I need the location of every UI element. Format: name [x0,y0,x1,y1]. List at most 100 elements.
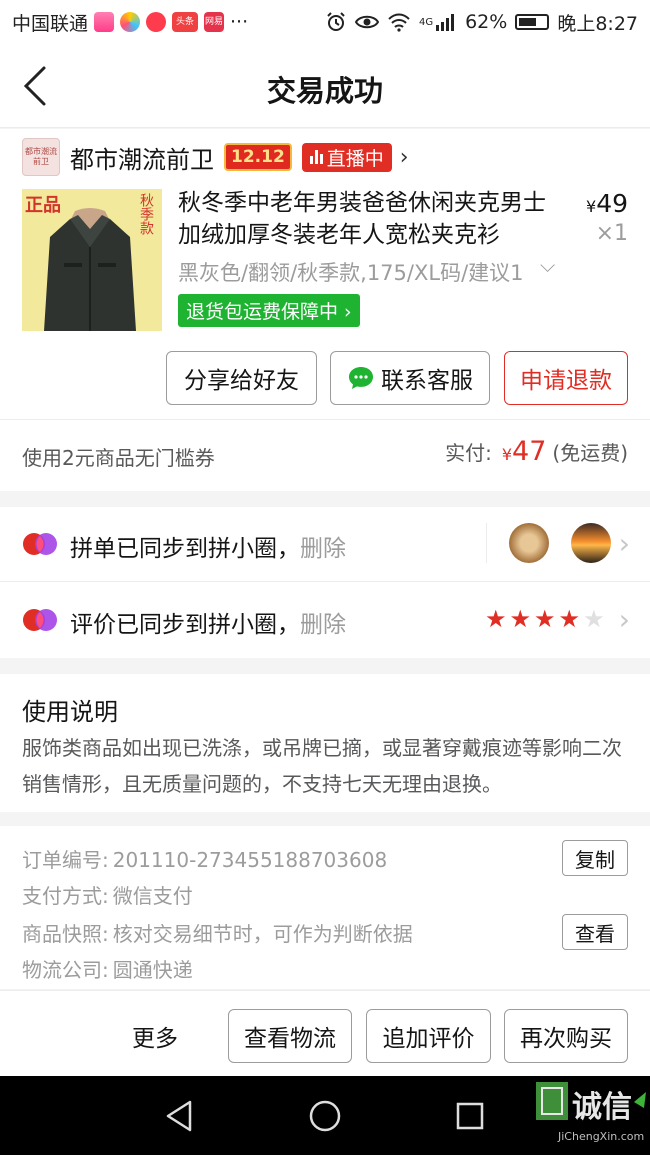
order-sync-label: 拼单已同步到拼小圈， [70,536,300,562]
live-bars-icon [309,150,323,164]
order-info-card: 订单编号: 201110-273455188703608 复制 支付方式: 微信支付… [0,826,650,989]
bottom-action-bar: 更多 查看物流 追加评价 再次购买 [0,990,650,1076]
snapshot-value: 核对交易细节时，可作为判断依据 [112,922,413,946]
app-icon-pink [94,12,115,32]
star-empty-icon: ★ [583,605,605,633]
avatar [571,523,611,563]
page-title: 交易成功 [266,74,383,108]
more-button[interactable]: 更多 [132,1019,178,1053]
promo-badge-1212: 12.12 [224,143,292,171]
rating-stars: ★ ★ ★ ★ ★ [485,605,605,633]
view-snapshot-button[interactable]: 查看 [562,914,628,950]
chevron-down-icon[interactable]: ⌵ [540,253,555,277]
add-review-button[interactable]: 追加评价 [366,1009,491,1063]
review-sync-row[interactable]: 评价已同步到拼小圈，删除 ★ ★ ★ ★ ★ › [0,583,650,658]
eye-icon [354,15,379,29]
payment-method: 支付方式: 微信支付 [22,880,193,909]
review-sync-text: 评价已同步到拼小圈，删除 [70,605,346,639]
shop-name[interactable]: 都市潮流前卫 [70,140,214,175]
chevron-right-icon: › [618,603,630,636]
app-icon-colorful [120,12,141,32]
payment-row: 使用2元商品无门槛券 实付: ¥ 47 (免运费) [0,419,650,491]
buy-again-button[interactable]: 再次购买 [504,1009,628,1063]
logistics-company: 物流公司: 圆通快递 [22,954,193,983]
instructions-body: 服饰类商品如出现已洗涤，或吊牌已摘，或显著穿戴痕迹等影响二次销售情形，且无质量问… [22,736,622,796]
payment-method-label: 支付方式: [22,884,109,908]
more-notifications: ··· [230,11,249,33]
star-filled-icon: ★ [509,605,532,633]
order-sync-delete[interactable]: 删除 [300,536,346,562]
chat-bubble-icon [349,367,373,389]
logistics-label: 物流公司: [22,958,109,982]
app-icon-red-play [146,12,167,32]
star-filled-icon: ★ [534,605,556,633]
product-quantity: ×1 [595,221,628,246]
copy-button[interactable]: 复制 [562,840,628,876]
contact-service-label: 联系客服 [381,368,473,394]
logistics-value: 圆通快递 [112,958,193,982]
usage-instructions: 使用说明 服饰类商品如出现已洗涤，或吊牌已摘，或显著穿戴痕迹等影响二次销售情形，… [0,674,650,812]
wifi-icon [388,13,410,32]
battery-icon [515,14,550,30]
alarm-icon [327,12,345,31]
price-currency: ¥ [586,197,597,216]
paid-amount: 实付: ¥ 47 (免运费) [445,436,628,467]
chevron-right-icon: › [399,144,409,170]
shop-logo: 都市潮流前卫 [22,138,60,176]
product-image[interactable]: 正品 秋季款 [22,189,162,331]
snapshot-label: 商品快照: [22,922,109,946]
watermark-text: 诚信 [572,1090,632,1125]
guarantee-label: 退货包运费保障中 [186,301,339,323]
return-shipping-guarantee[interactable]: 退货包运费保障中 › [178,294,360,327]
sync-card: 拼单已同步到拼小圈，删除 › 评价已同步到拼小圈，删除 ★ ★ ★ ★ ★ › [0,507,650,658]
review-sync-label: 评价已同步到拼小圈， [70,612,300,638]
back-triangle-icon[interactable] [162,1098,198,1134]
live-badge-label: 直播中 [326,147,384,170]
coupon-info: 使用2元商品无门槛券 [22,446,215,470]
nav-bar: 交易成功 [0,44,650,128]
paid-currency: ¥ [501,445,513,464]
pin-circle-icon [23,533,57,555]
refund-button[interactable]: 申请退款 [504,351,628,405]
share-button[interactable]: 分享给好友 [166,351,317,405]
order-sync-row[interactable]: 拼单已同步到拼小圈，删除 › [0,507,650,582]
order-sync-text: 拼单已同步到拼小圈，删除 [70,529,346,563]
order-product-card: 都市潮流前卫 都市潮流前卫 12.12 直播中 › 正品 秋季款 秋冬季中老年男… [0,129,650,491]
paid-label: 实付: [445,441,492,465]
avatar [509,523,549,563]
product-spec[interactable]: 黑灰色/翻领/秋季款,175/XL码/建议1 [178,257,568,287]
star-filled-icon: ★ [485,605,507,633]
jacket-illustration [44,208,136,331]
product-snapshot: 商品快照: 核对交易细节时，可作为判断依据 [22,918,413,947]
app-icon-toutiao: 头条 [172,12,199,32]
review-sync-delete[interactable]: 删除 [300,612,346,638]
instructions-title: 使用说明 [22,698,118,726]
home-circle-icon[interactable] [307,1098,343,1134]
product-price: ¥49 [586,189,628,218]
carrier-label: 中国联通 [12,12,89,35]
signal-icon [436,14,455,31]
order-number-value: 201110-273455188703608 [112,848,388,872]
order-number: 订单编号: 201110-273455188703608 [22,844,387,873]
recents-square-icon[interactable] [452,1098,488,1134]
live-badge[interactable]: 直播中 [301,142,392,172]
sync-thumbnails[interactable] [486,523,611,563]
price-value: 49 [596,189,628,218]
pin-circle-icon [23,609,57,631]
status-bar: 中国联通 头条 网易 ··· 4G 62% 晚上8:27 [0,0,650,44]
contact-service-button[interactable]: 联系客服 [330,351,490,405]
paid-value: 47 [512,436,547,467]
clock: 晚上8:27 [557,12,638,35]
shipping-note: (免运费) [552,441,628,465]
app-icon-wangyi: 网易 [204,12,225,32]
track-logistics-button[interactable]: 查看物流 [228,1009,352,1063]
chevron-right-icon: › [618,527,630,560]
network-type: 4G [418,16,434,28]
product-title[interactable]: 秋冬季中老年男装爸爸休闲夹克男士加绒加厚冬装老年人宽松夹克衫 [178,187,548,251]
shop-header[interactable]: 都市潮流前卫 都市潮流前卫 12.12 直播中 › [22,137,409,177]
payment-method-value: 微信支付 [112,884,193,908]
order-number-label: 订单编号: [22,848,109,872]
battery-percent: 62% [465,11,508,33]
watermark-subtext: JiChengXin.com [558,1130,645,1143]
star-filled-icon: ★ [558,605,581,633]
